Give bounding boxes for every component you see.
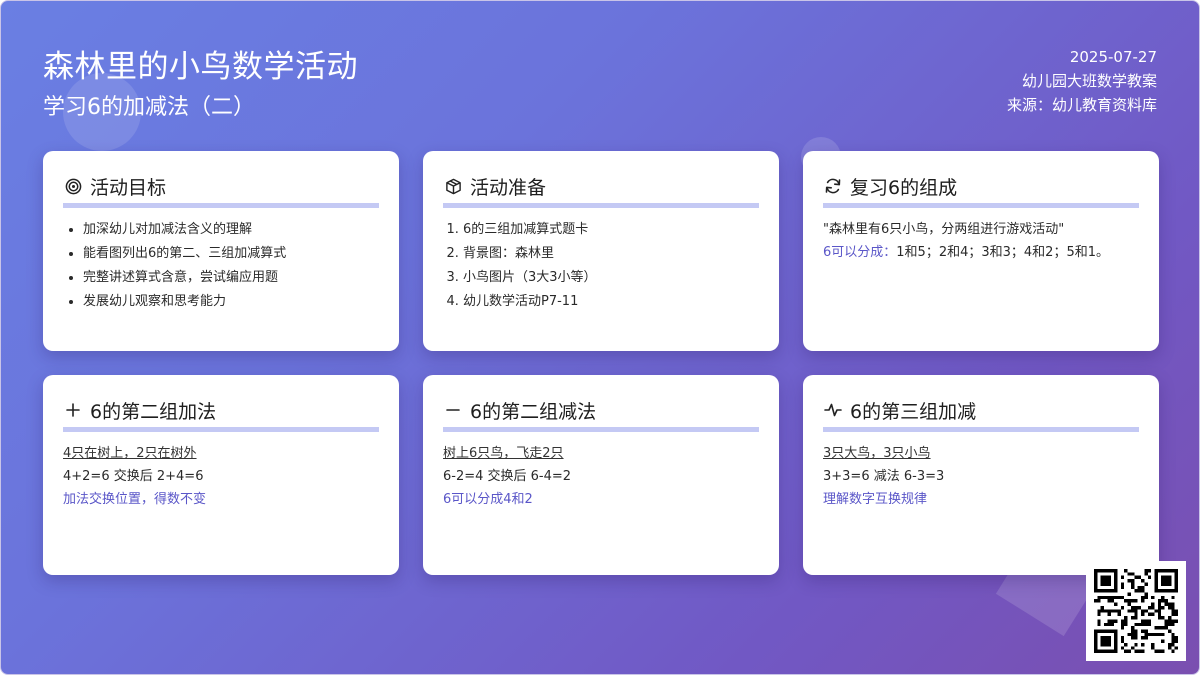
target-icon <box>63 176 83 196</box>
card-header: 6的第二组减法 <box>443 397 759 432</box>
page-subtitle: 学习6的加减法（二） <box>43 95 255 120</box>
box-icon <box>443 176 463 196</box>
card-review: 复习6的组成 "森林里有6只小鸟，分两组进行游戏活动" 6可以分成：1和5；2和… <box>803 151 1159 351</box>
card-subtraction: 6的第二组减法 树上6只鸟，飞走2只 6-2=4 交换后 6-4=2 6可以分成… <box>423 375 779 575</box>
formula-text: 4+2=6 交换后 2+4=6 <box>63 469 204 484</box>
minus-icon <box>443 400 463 420</box>
source-label: 来源：幼儿教育资料库 <box>1006 96 1157 114</box>
note-text: 6可以分成4和2 <box>443 492 533 507</box>
category-label: 幼儿园大班数学教案 <box>1021 72 1157 90</box>
card-prep: 活动准备 6的三组加减算式题卡 背景图：森林里 小鸟图片（3大3小等） 幼儿数学… <box>423 151 779 351</box>
card-addition: 6的第二组加法 4只在树上，2只在树外 4+2=6 交换后 2+4=6 加法交换… <box>43 375 399 575</box>
list-item: 幼儿数学活动P7-11 <box>463 290 759 314</box>
list-item: 6的三组加减算式题卡 <box>463 218 759 242</box>
pulse-icon <box>823 400 843 420</box>
card-goals: 活动目标 加深幼儿对加减法含义的理解 能看图列出6的第二、三组加减算式 完整讲述… <box>43 151 399 351</box>
card-header: 6的第三组加减 <box>823 397 1139 432</box>
plus-icon <box>63 400 83 420</box>
date-label: 2025-07-27 <box>1069 48 1157 66</box>
card-title: 6的第二组加法 <box>90 400 217 423</box>
goals-list: 加深幼儿对加减法含义的理解 能看图列出6的第二、三组加减算式 完整讲述算式含意，… <box>63 218 379 314</box>
qr-code[interactable] <box>1086 561 1186 661</box>
scene-text: 3只大鸟，3只小鸟 <box>823 446 931 461</box>
card-header: 活动目标 <box>63 173 379 208</box>
card-mixed: 6的第三组加减 3只大鸟，3只小鸟 3+3=6 减法 6-3=3 理解数字互换规… <box>803 375 1159 575</box>
review-quote: "森林里有6只小鸟，分两组进行游戏活动" <box>823 222 1065 237</box>
formula-text: 3+3=6 减法 6-3=3 <box>823 469 945 484</box>
list-item: 能看图列出6的第二、三组加减算式 <box>83 242 379 266</box>
card-header: 活动准备 <box>443 173 759 208</box>
refresh-icon <box>823 176 843 196</box>
qr-code-icon <box>1094 569 1178 653</box>
review-composition: 6可以分成：1和5；2和4；3和3；4和2；5和1。 <box>823 241 1139 264</box>
note-text: 理解数字互换规律 <box>823 492 928 507</box>
header-meta: 2025-07-27 幼儿园大班数学教案 来源：幼儿教育资料库 <box>1007 45 1157 117</box>
note-text: 加法交换位置，得数不变 <box>63 492 207 507</box>
page-title: 森林里的小鸟数学活动 <box>43 49 358 85</box>
formula-text: 6-2=4 交换后 6-4=2 <box>443 469 572 484</box>
list-item: 完整讲述算式含意，尝试编应用题 <box>83 266 379 290</box>
review-lead: 6可以分成： <box>823 245 897 260</box>
list-item: 背景图：森林里 <box>463 242 759 266</box>
scene-text: 4只在树上，2只在树外 <box>63 446 197 461</box>
card-title: 活动准备 <box>470 176 547 199</box>
card-title: 复习6的组成 <box>850 176 958 199</box>
card-title: 6的第三组加减 <box>850 400 977 423</box>
review-rest: 1和5；2和4；3和3；4和2；5和1。 <box>896 245 1109 260</box>
slide: 森林里的小鸟数学活动 学习6的加减法（二） 2025-07-27 幼儿园大班数学… <box>0 0 1200 675</box>
card-title: 活动目标 <box>90 176 167 199</box>
prep-list: 6的三组加减算式题卡 背景图：森林里 小鸟图片（3大3小等） 幼儿数学活动P7-… <box>443 218 759 314</box>
card-title: 6的第二组减法 <box>470 400 597 423</box>
card-header: 复习6的组成 <box>823 173 1139 208</box>
list-item: 发展幼儿观察和思考能力 <box>83 290 379 314</box>
scene-text: 树上6只鸟，飞走2只 <box>443 446 564 461</box>
list-item: 加深幼儿对加减法含义的理解 <box>83 218 379 242</box>
list-item: 小鸟图片（3大3小等） <box>463 266 759 290</box>
card-header: 6的第二组加法 <box>63 397 379 432</box>
